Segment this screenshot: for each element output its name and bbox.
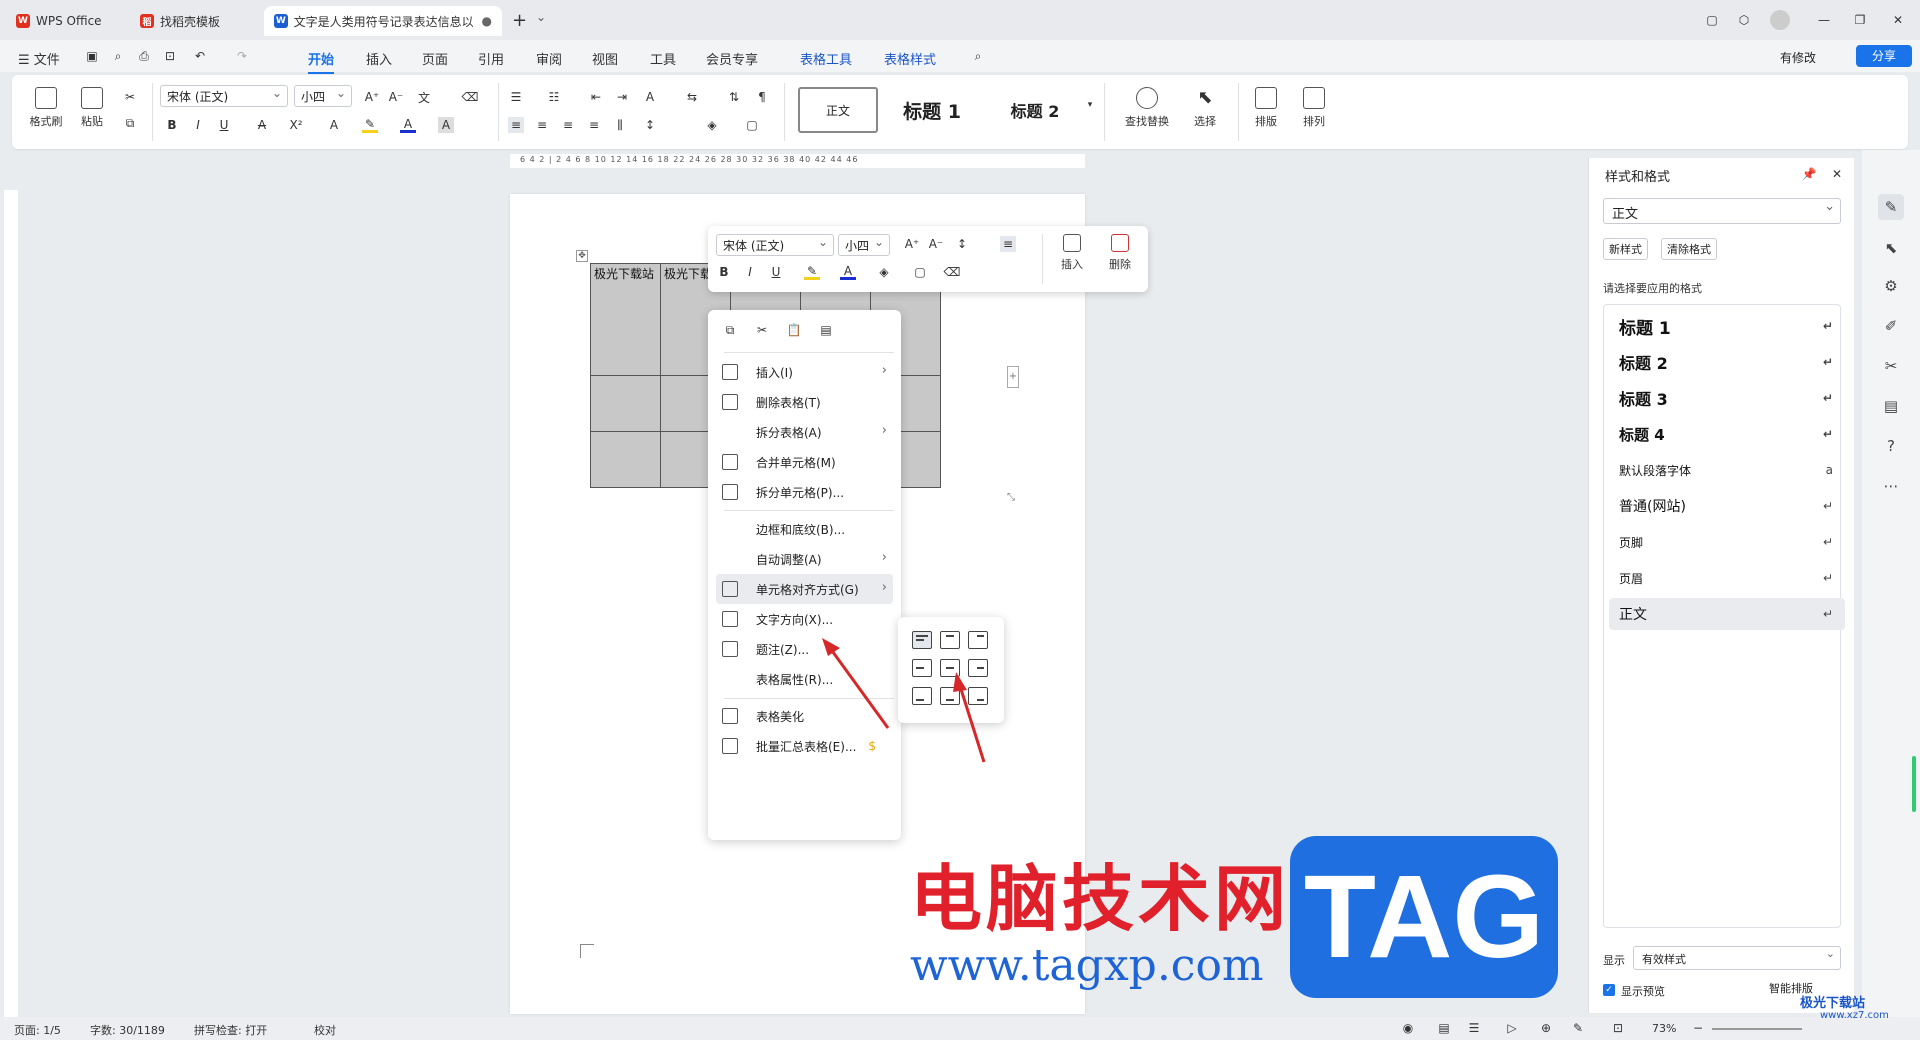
- style-item-selected[interactable]: 正文 ↵: [1609, 598, 1845, 630]
- style-label: 标题 1: [1619, 318, 1671, 339]
- style-item[interactable]: 标题 3 ↵: [1609, 382, 1845, 414]
- spell-check[interactable]: 拼写检查: 打开: [194, 1022, 267, 1038]
- arrow-head: [953, 672, 967, 692]
- site-watermark-url: www.xz7.com: [1820, 1010, 1889, 1021]
- clear-format-button[interactable]: 清除格式: [1661, 238, 1717, 260]
- proofread[interactable]: 校对: [314, 1022, 336, 1038]
- preview-label: 显示预览: [1621, 985, 1665, 998]
- scroll-indicator[interactable]: [1912, 756, 1916, 812]
- style-label: 标题 3: [1619, 390, 1668, 409]
- return-icon: ↵: [1822, 571, 1833, 585]
- pen-mode-icon[interactable]: ✎: [1570, 1020, 1586, 1036]
- style-label: 页脚: [1619, 535, 1644, 550]
- close-panel-icon[interactable]: ✕: [1829, 166, 1845, 182]
- zoom-level[interactable]: 73%: [1652, 1022, 1676, 1035]
- play-icon[interactable]: ▷: [1504, 1020, 1520, 1036]
- pin-icon[interactable]: 📌: [1801, 166, 1817, 182]
- preview-checkbox[interactable]: ✓: [1603, 984, 1615, 996]
- book-icon[interactable]: ▤: [1881, 396, 1901, 416]
- style-label: 标题 2: [1619, 354, 1668, 373]
- return-icon: ↵: [1822, 355, 1833, 369]
- new-style-button[interactable]: 新样式: [1603, 238, 1648, 260]
- show-select[interactable]: 有效样式: [1633, 946, 1841, 970]
- cursor-icon[interactable]: ⬉: [1881, 238, 1901, 258]
- zoom-slider[interactable]: [1712, 1028, 1802, 1030]
- style-item[interactable]: 默认段落字体 a: [1609, 454, 1845, 486]
- fit-page-icon[interactable]: ⊡: [1610, 1020, 1626, 1036]
- show-label: 显示: [1603, 954, 1625, 967]
- return-icon: ↵: [1822, 607, 1833, 621]
- char-style-icon: a: [1825, 463, 1833, 477]
- watermark-tag-logo: TAG: [1290, 836, 1558, 998]
- return-icon: ↵: [1822, 427, 1833, 441]
- status-bar: 页面: 1/5 字数: 30/1189 拼写检查: 打开 校对 ◉ ▤ ☰ ▷ …: [0, 1017, 1920, 1040]
- page-count[interactable]: 页面: 1/5: [14, 1022, 61, 1038]
- style-item[interactable]: 标题 4 ↵: [1609, 418, 1845, 450]
- panel-title[interactable]: 样式和格式: [1605, 166, 1670, 185]
- right-toolstrip: ✎ ⬉ ⚙ ✐ ✂ ▤ ? ⋯: [1862, 150, 1920, 1020]
- return-icon: ↵: [1822, 499, 1833, 513]
- style-label: 页眉: [1619, 571, 1644, 586]
- arrow-head: [822, 638, 840, 656]
- style-label: 默认段落字体: [1619, 463, 1692, 478]
- watermark-cn: 电脑技术网: [910, 856, 1291, 941]
- style-prompt: 请选择要应用的格式: [1603, 282, 1702, 295]
- style-label: 普通(网站): [1619, 499, 1686, 515]
- site-watermark: 极光下载站: [1800, 996, 1866, 1011]
- more-icon[interactable]: ⋯: [1881, 476, 1901, 496]
- arrow-to-submenu: [958, 685, 986, 763]
- style-item[interactable]: 页眉 ↵: [1609, 562, 1845, 594]
- tools-icon[interactable]: ✂: [1881, 356, 1901, 376]
- return-icon: ↵: [1822, 535, 1833, 549]
- pen-icon[interactable]: ✎: [1878, 194, 1904, 220]
- style-item[interactable]: 页脚 ↵: [1609, 526, 1845, 558]
- outline-view-icon[interactable]: ☰: [1466, 1020, 1482, 1036]
- styles-panel: 样式和格式 📌 ✕ 正文 新样式 清除格式 请选择要应用的格式 标题 1 ↵ 标题…: [1588, 158, 1854, 1013]
- return-icon: ↵: [1822, 391, 1833, 405]
- style-label: 正文: [1619, 607, 1647, 623]
- return-icon: ↵: [1822, 319, 1833, 333]
- adjust-icon[interactable]: ⚙: [1881, 276, 1901, 296]
- zoom-out-icon[interactable]: −: [1690, 1020, 1706, 1036]
- edit-doc-icon[interactable]: ✐: [1881, 316, 1901, 336]
- page-view-icon[interactable]: ▤: [1436, 1020, 1452, 1036]
- style-label: 标题 4: [1619, 425, 1665, 444]
- current-style-select[interactable]: 正文: [1603, 198, 1841, 224]
- watermark-url: www.tagxp.com: [910, 940, 1264, 991]
- help-icon[interactable]: ?: [1881, 436, 1901, 456]
- style-item[interactable]: 标题 1 ↵: [1609, 310, 1845, 342]
- web-view-icon[interactable]: ⊕: [1538, 1020, 1554, 1036]
- arrow-to-menu: [828, 647, 890, 729]
- style-item[interactable]: 普通(网站) ↵: [1609, 490, 1845, 522]
- eye-icon[interactable]: ◉: [1400, 1020, 1416, 1036]
- word-count[interactable]: 字数: 30/1189: [90, 1022, 165, 1038]
- style-item[interactable]: 标题 2 ↵: [1609, 346, 1845, 378]
